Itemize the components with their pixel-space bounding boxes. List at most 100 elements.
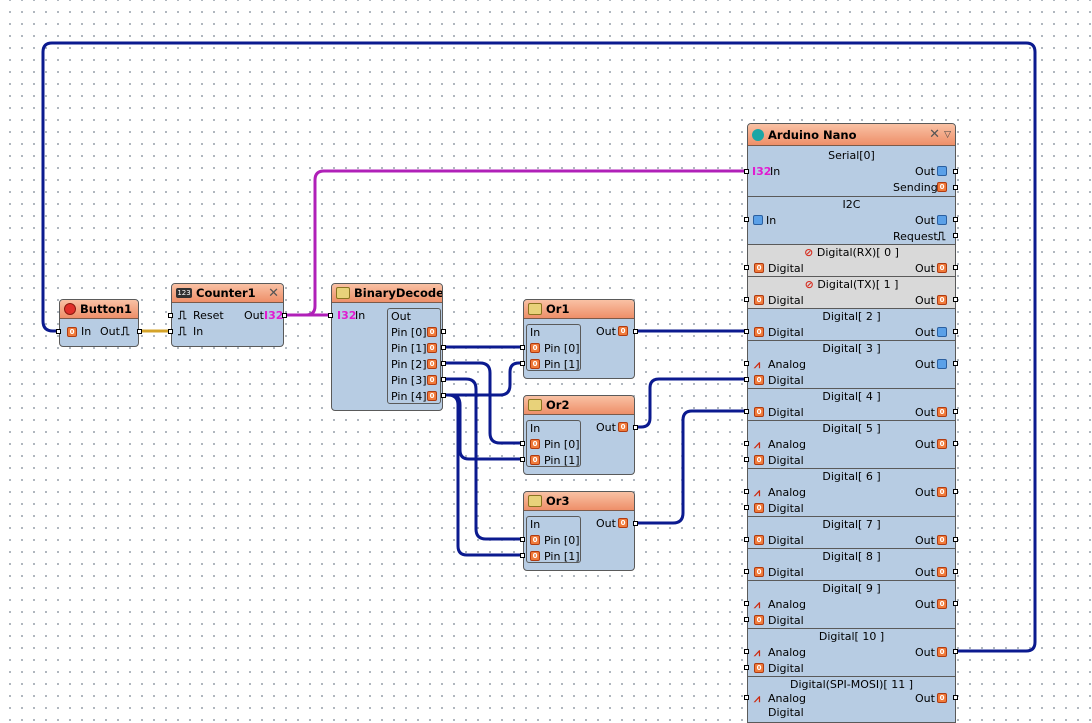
i2c-title: I2C (842, 198, 861, 211)
rx-digital-pin[interactable] (744, 265, 749, 270)
d9-analog-label: Analog (768, 598, 807, 611)
d2-title: Digital[ 2 ] (822, 310, 881, 323)
analog-in-icon: ⩘ (754, 486, 761, 499)
or1-header[interactable]: Or1 (524, 300, 634, 319)
decoder-pin2-out[interactable] (441, 361, 446, 366)
rx-out-pin[interactable] (953, 265, 958, 270)
or1-pin1-in[interactable] (520, 361, 525, 366)
i2c-out-pin[interactable] (953, 217, 958, 222)
arduino-component[interactable]: Arduino Nano ✕ ▽ Serial[0] I32 In Out Se… (747, 123, 956, 723)
i2c-out-label: Out (915, 214, 935, 227)
d4-out-pin[interactable] (953, 409, 958, 414)
or-gate-icon (528, 495, 542, 507)
d10-title: Digital[ 10 ] (818, 630, 885, 643)
or1-out-label: Out (596, 325, 616, 338)
decoder-component[interactable]: BinaryDecoder1 I32 In Out Pin [0] 0 Pin … (331, 283, 443, 411)
serial-out-pin[interactable] (953, 169, 958, 174)
d10-digital-pin[interactable] (744, 665, 749, 670)
d10-analog-pin[interactable] (744, 649, 749, 654)
tx-digital-pin[interactable] (744, 297, 749, 302)
or3-out-pin[interactable] (633, 521, 638, 526)
digital-out-icon: 0 (937, 647, 947, 657)
or2-header[interactable]: Or2 (524, 396, 634, 415)
or2-pin1-in[interactable] (520, 457, 525, 462)
d6-analog-pin[interactable] (744, 489, 749, 494)
button1-out-pin[interactable] (137, 329, 142, 334)
decoder-in-pin[interactable] (328, 313, 333, 318)
or3-title: Or3 (546, 494, 570, 508)
d2-out-label: Out (915, 326, 935, 339)
d2-out-pin[interactable] (953, 329, 958, 334)
or3-in-label: In (530, 518, 541, 531)
counter1-reset-pin[interactable] (168, 313, 173, 318)
tools-icon[interactable]: ✕ (929, 128, 940, 141)
decoder-pin3-out[interactable] (441, 377, 446, 382)
or1-component[interactable]: Or1 In 0 Pin [0] 0 Pin [1] Out 0 (523, 299, 635, 379)
rx-title-text: Digital(RX)[ 0 ] (816, 246, 899, 259)
or3-pin0-in[interactable] (520, 537, 525, 542)
button1-in-pin[interactable] (56, 329, 61, 334)
or1-pin0-in[interactable] (520, 345, 525, 350)
or1-out-pin[interactable] (633, 329, 638, 334)
d5-analog-pin[interactable] (744, 441, 749, 446)
i2c-in-pin[interactable] (744, 217, 749, 222)
d9-out-pin[interactable] (953, 601, 958, 606)
or2-out-pin[interactable] (633, 425, 638, 430)
wire-pin3-to-or3-pin0 (440, 377, 526, 541)
counter1-title: Counter1 (196, 286, 256, 300)
or2-component[interactable]: Or2 In 0 Pin [0] 0 Pin [1] Out 0 (523, 395, 635, 475)
d11-analog-pin[interactable] (744, 695, 749, 700)
button1-component[interactable]: Button1 0 In Out ⎍ (59, 299, 139, 347)
d8-digital-pin[interactable] (744, 569, 749, 574)
d7-out-pin[interactable] (953, 537, 958, 542)
digital-in-icon: 0 (754, 567, 764, 577)
button1-header[interactable]: Button1 (60, 300, 138, 319)
d7-digital-pin[interactable] (744, 537, 749, 542)
decoder-header[interactable]: BinaryDecoder1 (332, 284, 442, 303)
d6-out-pin[interactable] (953, 489, 958, 494)
wire-or2-to-d3 (632, 377, 751, 429)
d9-analog-pin[interactable] (744, 601, 749, 606)
d3-analog-pin[interactable] (744, 361, 749, 366)
or3-pin1-in[interactable] (520, 553, 525, 558)
d6-digital-pin[interactable] (744, 505, 749, 510)
or3-component[interactable]: Or3 In 0 Pin [0] 0 Pin [1] Out 0 (523, 491, 635, 571)
or-gate-icon (528, 399, 542, 411)
d4-digital-pin[interactable] (744, 409, 749, 414)
decoder-pin1-out[interactable] (441, 345, 446, 350)
arduino-header[interactable]: Arduino Nano ✕ ▽ (748, 124, 955, 146)
wire-or3-to-d4 (632, 409, 751, 525)
or2-pin0-in[interactable] (520, 441, 525, 446)
rx-out-label: Out (915, 262, 935, 275)
d4-out-label: Out (915, 406, 935, 419)
chevron-down-icon[interactable]: ▽ (944, 130, 951, 140)
serial-sending-pin[interactable] (953, 185, 958, 190)
or3-header[interactable]: Or3 (524, 492, 634, 511)
d8-out-pin[interactable] (953, 569, 958, 574)
d5-out-pin[interactable] (953, 441, 958, 446)
digital-out-icon: 0 (427, 343, 437, 353)
i2c-request-pin[interactable] (953, 233, 958, 238)
d10-out-pin[interactable] (953, 649, 958, 654)
d10-out-label: Out (915, 646, 935, 659)
wire-pin4-to-or1-pin1 (440, 361, 526, 397)
d3-out-pin[interactable] (953, 361, 958, 366)
d11-out-pin[interactable] (953, 695, 958, 700)
decoder-pin4-out[interactable] (441, 393, 446, 398)
serial-in-pin[interactable] (744, 169, 749, 174)
d8-title: Digital[ 8 ] (822, 550, 881, 563)
tx-out-pin[interactable] (953, 297, 958, 302)
decoder-pin0-out[interactable] (441, 329, 446, 334)
interrupt-out-icon (937, 359, 947, 369)
counter1-component[interactable]: 123 Counter1 ✕ ⎍ Reset ⎍ In Out I32 (171, 283, 284, 347)
counter1-header[interactable]: 123 Counter1 ✕ (172, 284, 283, 303)
tools-icon[interactable]: ✕ (268, 287, 279, 300)
d5-digital-pin[interactable] (744, 457, 749, 462)
counter1-out-pin[interactable] (282, 313, 287, 318)
counter1-in-pin[interactable] (168, 329, 173, 334)
button1-out-label: Out (100, 325, 120, 338)
d2-digital-pin[interactable] (744, 329, 749, 334)
d9-digital-pin[interactable] (744, 617, 749, 622)
d3-digital-pin[interactable] (744, 377, 749, 382)
tx-title-text: Digital(TX)[ 1 ] (817, 278, 899, 291)
